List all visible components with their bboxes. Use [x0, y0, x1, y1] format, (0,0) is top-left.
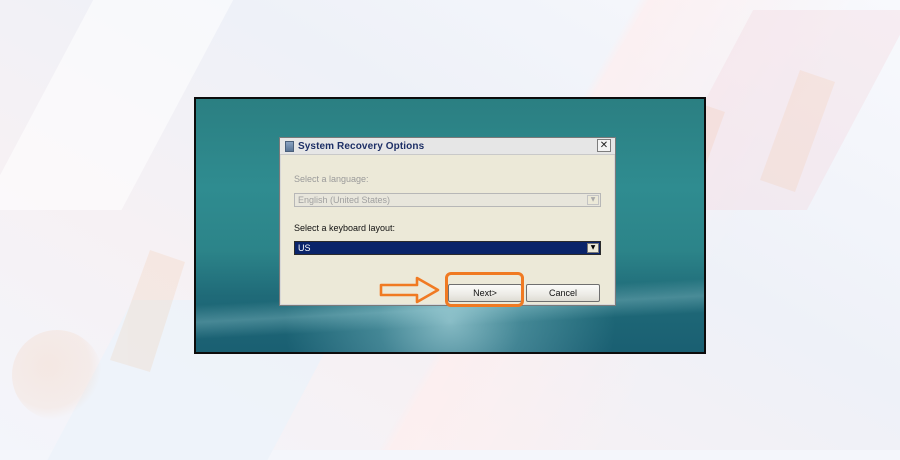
keyboard-layout-dropdown[interactable]: US ▼ [294, 241, 601, 255]
keyboard-layout-value: US [298, 243, 311, 253]
desktop-screenshot: System Recovery Options ✕ Select a langu… [194, 97, 706, 354]
cancel-button[interactable]: Cancel [526, 284, 600, 302]
keyboard-label: Select a keyboard layout: [294, 223, 396, 233]
language-value: English (United States) [298, 195, 391, 205]
window-app-icon [285, 140, 294, 152]
arrow-right-icon [379, 276, 440, 304]
close-button[interactable]: ✕ [597, 139, 611, 152]
language-label: Select a language: [294, 174, 369, 184]
chevron-down-icon[interactable]: ▼ [587, 195, 599, 205]
dialog-titlebar[interactable]: System Recovery Options ✕ [280, 138, 615, 155]
chevron-down-icon[interactable]: ▼ [587, 243, 599, 253]
watermark-logo [12, 330, 102, 420]
next-button-highlight [445, 272, 524, 307]
language-dropdown[interactable]: English (United States) ▼ [294, 193, 601, 207]
dialog-title: System Recovery Options [298, 140, 425, 152]
close-icon: ✕ [599, 140, 609, 151]
